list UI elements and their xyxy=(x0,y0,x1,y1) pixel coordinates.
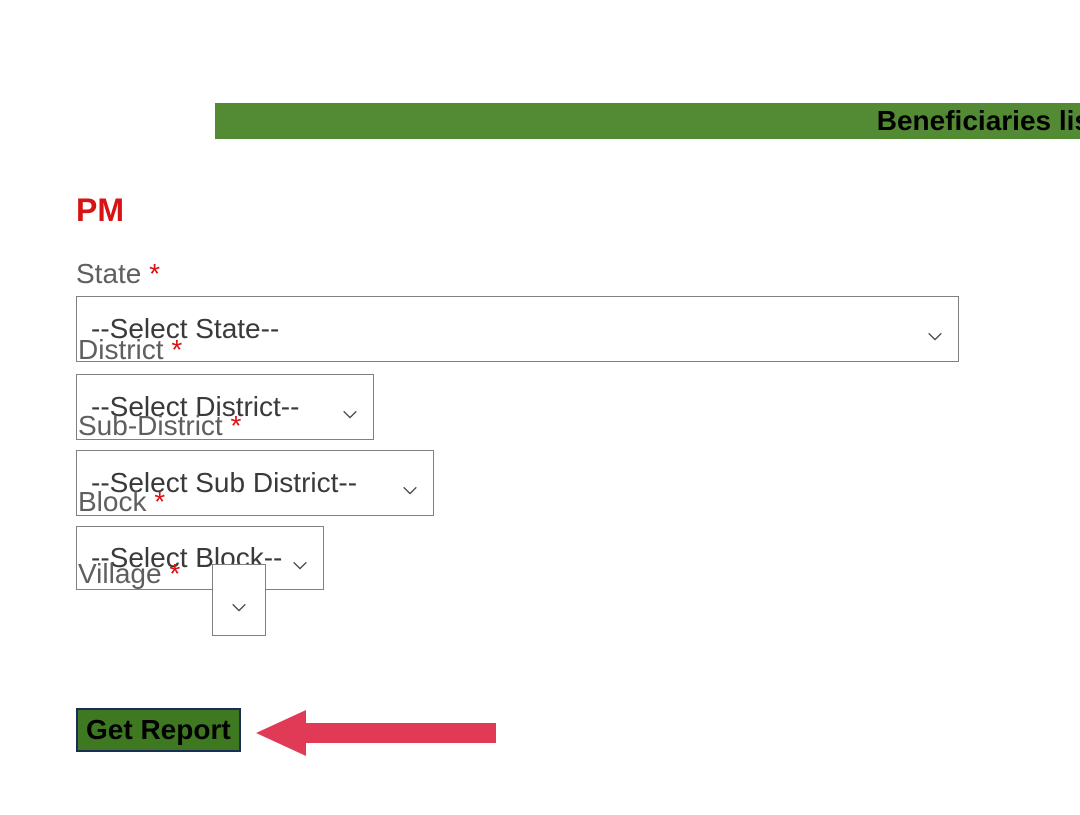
chevron-down-icon xyxy=(230,591,248,609)
label-village: Village * xyxy=(78,558,180,590)
chevron-down-icon xyxy=(291,549,309,567)
select-state[interactable]: --Select State-- xyxy=(76,296,959,362)
label-village-text: Village xyxy=(78,558,162,589)
arrow-annotation xyxy=(256,710,496,756)
select-village[interactable] xyxy=(212,564,266,636)
get-report-button[interactable]: Get Report xyxy=(76,708,241,752)
label-state-text: State xyxy=(76,258,141,289)
required-mark: * xyxy=(230,410,241,441)
page-title: Beneficiaries lis xyxy=(877,105,1080,137)
required-mark: * xyxy=(149,258,160,289)
chevron-down-icon xyxy=(401,474,419,492)
label-sub-district-text: Sub-District xyxy=(78,410,223,441)
label-block-text: Block xyxy=(78,486,146,517)
label-state: State * xyxy=(76,258,160,290)
required-mark: * xyxy=(169,558,180,589)
label-block: Block * xyxy=(78,486,165,518)
chevron-down-icon xyxy=(341,398,359,416)
required-mark: * xyxy=(171,334,182,365)
required-mark: * xyxy=(154,486,165,517)
label-sub-district: Sub-District * xyxy=(78,410,241,442)
chevron-down-icon xyxy=(926,320,944,338)
header-bar: Beneficiaries lis xyxy=(215,103,1080,139)
pm-heading: PM xyxy=(76,192,124,229)
label-district: District * xyxy=(78,334,182,366)
label-district-text: District xyxy=(78,334,164,365)
